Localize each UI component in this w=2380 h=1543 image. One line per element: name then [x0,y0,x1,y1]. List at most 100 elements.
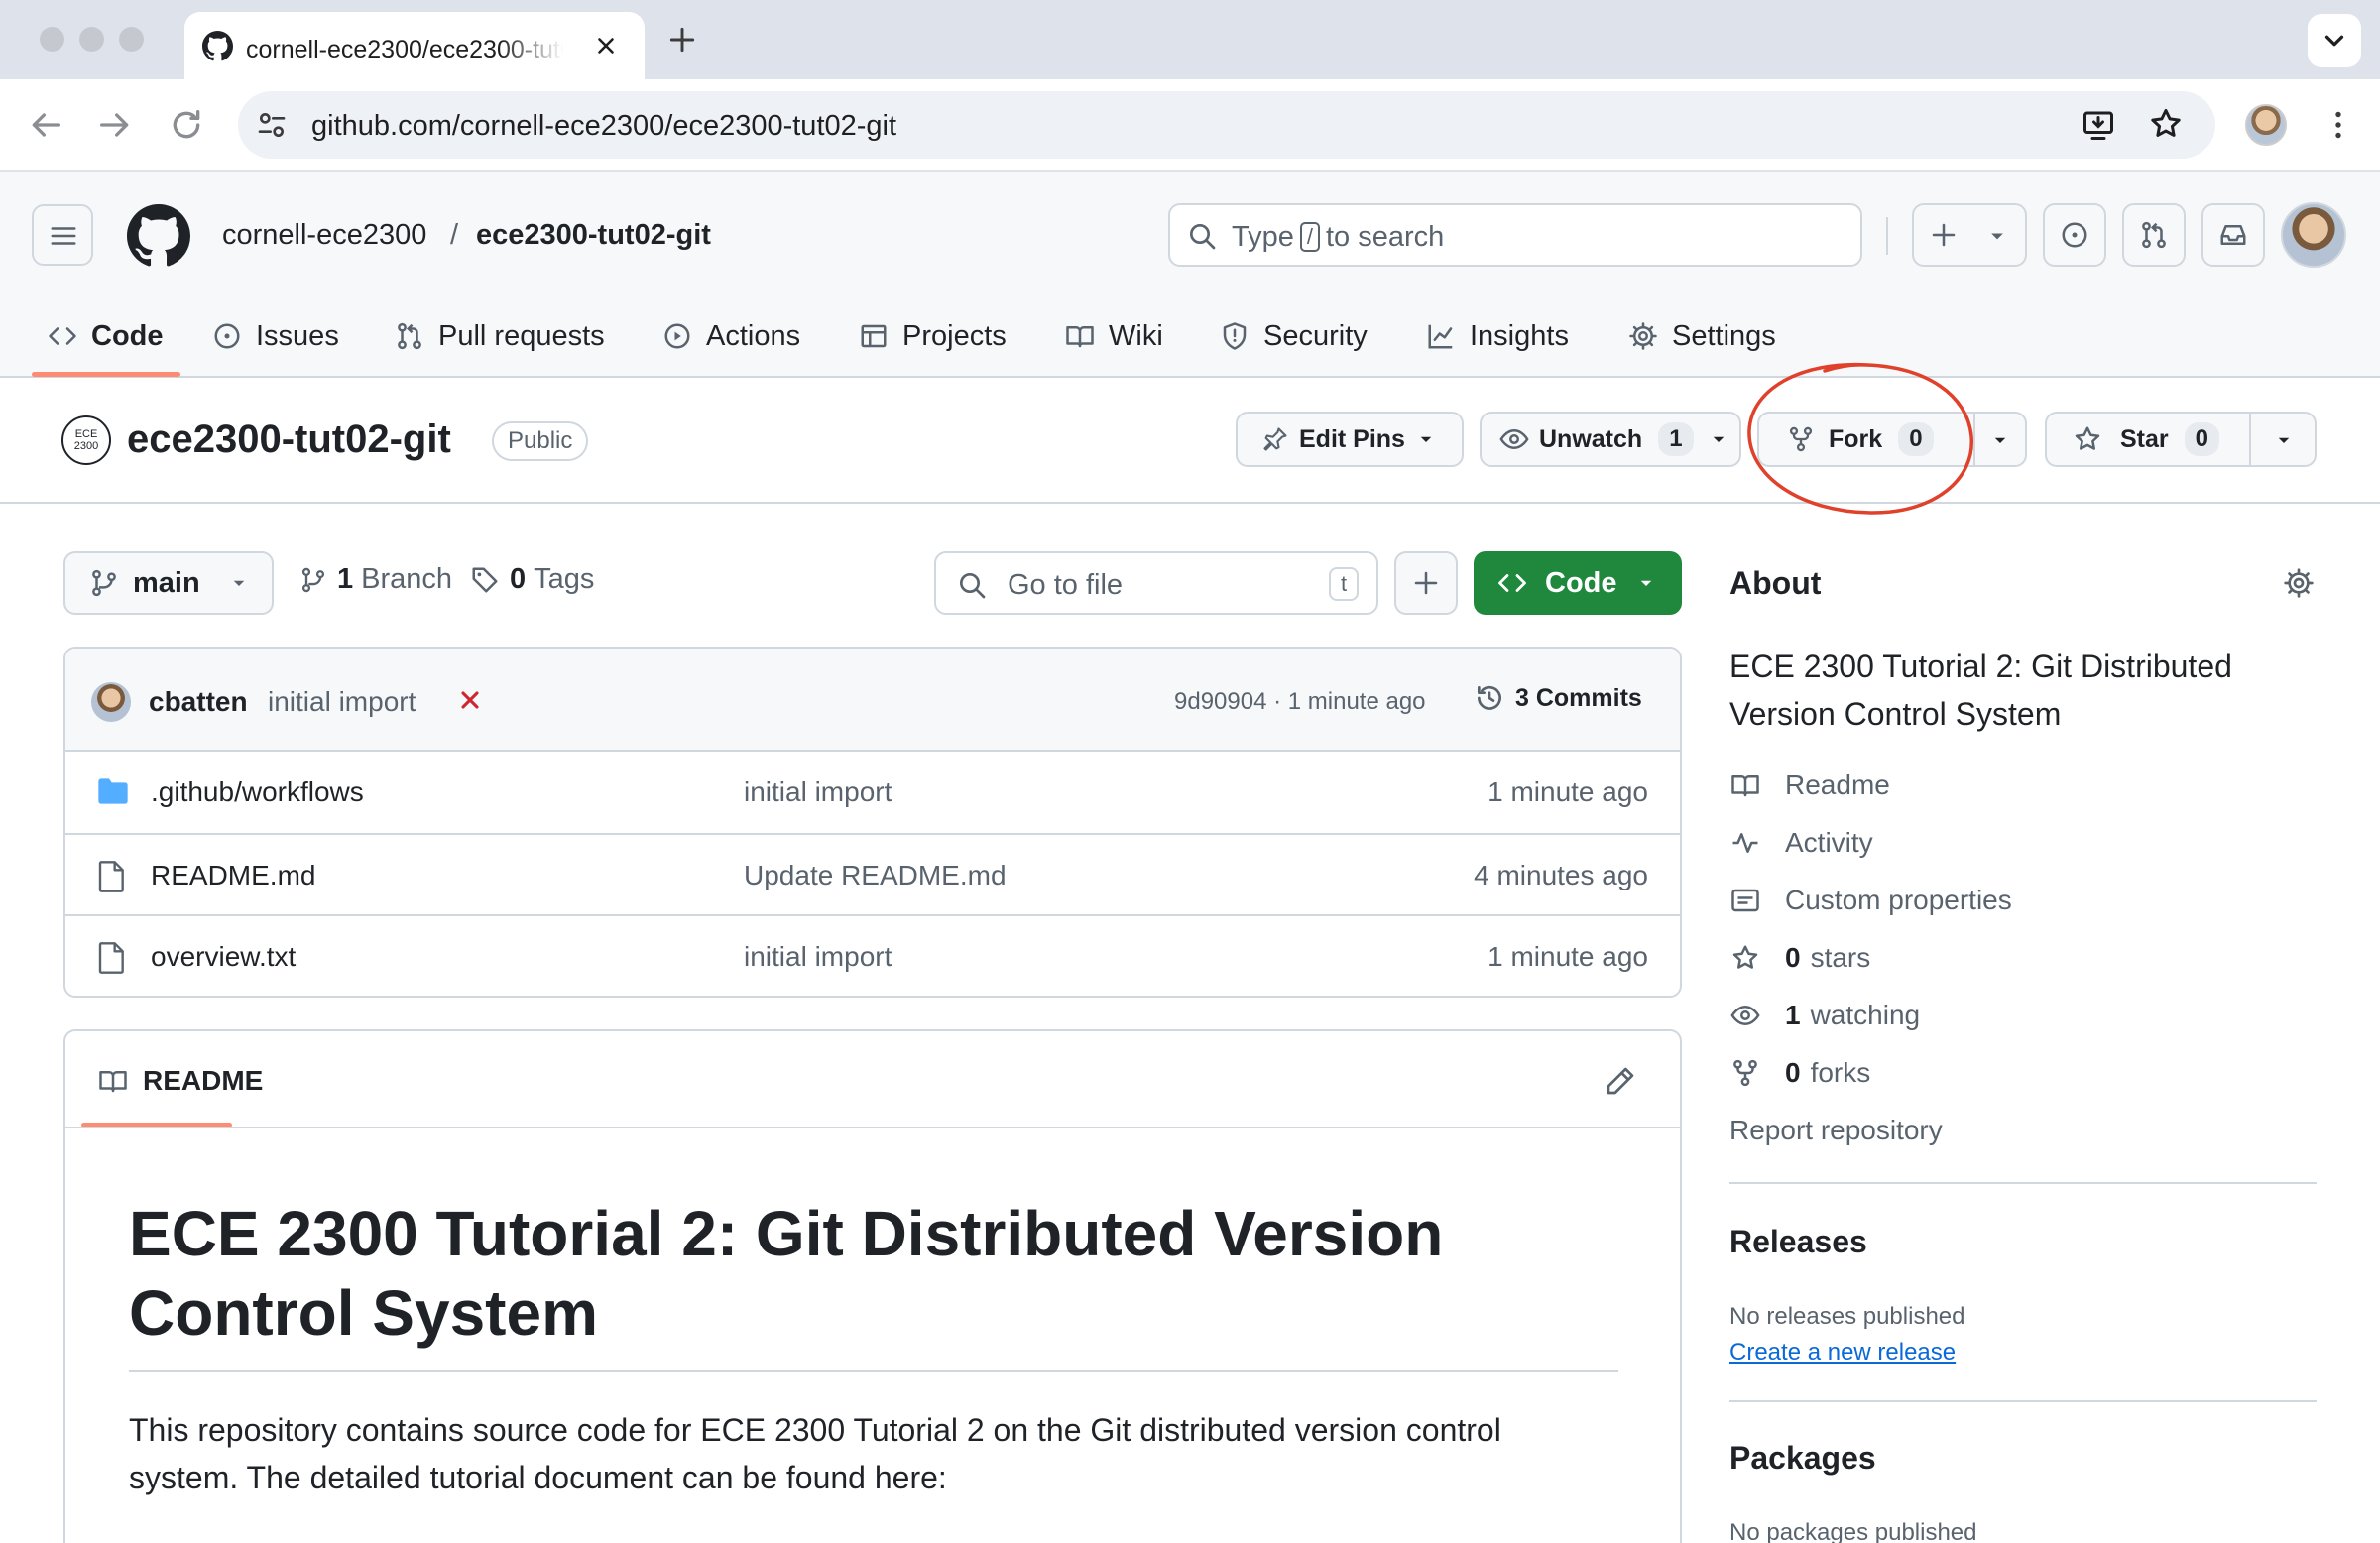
tab-code[interactable]: Code [48,316,164,356]
git-branch-icon [92,569,116,597]
stars-link[interactable]: 0 stars [1729,938,1870,978]
watch-button[interactable]: Unwatch 1 [1480,412,1741,467]
file-commit-message[interactable]: initial import [744,776,892,808]
star-dropdown-button[interactable] [2249,412,2317,467]
caret-down-icon [1994,437,2006,443]
table-row[interactable]: README.md Update README.md 4 minutes ago [65,835,1680,916]
tab-issues[interactable]: Issues [212,316,339,356]
pencil-icon[interactable] [1605,1065,1636,1097]
branches-link[interactable]: 1 Branch [299,563,452,596]
file-name[interactable]: README.md [151,860,315,891]
readme-divider [65,1127,1680,1128]
tags-link[interactable]: 0 Tags [470,563,594,596]
tab-settings[interactable]: Settings [1628,316,1776,356]
tab-pull-requests[interactable]: Pull requests [395,316,605,356]
more-vert-icon[interactable] [2320,107,2356,143]
readme-tab[interactable]: README [97,1065,263,1097]
about-title: About [1729,565,1822,601]
tab-actions[interactable]: Actions [662,316,800,356]
repo-owner-logo[interactable]: ECE 2300 [61,415,111,465]
edit-pins-button[interactable]: Edit Pins [1236,412,1464,467]
window-zoom-dot[interactable] [119,27,144,52]
file-commit-message[interactable]: initial import [744,941,892,973]
file-name[interactable]: .github/workflows [151,776,364,808]
tab-security[interactable]: Security [1220,316,1368,356]
search-icon [960,573,986,599]
create-new-button[interactable] [1912,203,2027,267]
star-button[interactable]: Star 0 [2045,412,2251,467]
repo-logo-text: ECE 2300 [73,428,99,452]
forward-arrow-icon[interactable] [95,105,135,145]
releases-title[interactable]: Releases [1729,1224,1867,1260]
global-search-input[interactable]: Type / to search [1168,203,1862,267]
activity-link[interactable]: Activity [1729,823,1873,863]
gear-icon [1629,322,1657,350]
tab-search-button[interactable] [2308,14,2361,67]
commit-message[interactable]: initial import [268,686,416,718]
repo-title[interactable]: ece2300-tut02-git [127,417,451,462]
breadcrumb-repo[interactable]: ece2300-tut02-git [476,219,711,252]
github-favicon-icon [202,31,233,61]
file-icon [98,861,124,892]
tab-projects[interactable]: Projects [859,316,1007,356]
tab-wiki[interactable]: Wiki [1065,316,1163,356]
custom-properties-link[interactable]: Custom properties [1729,881,2012,920]
hamburger-menu-button[interactable] [32,204,93,266]
readme-link[interactable]: Readme [1729,766,1890,805]
new-tab-icon[interactable] [666,24,698,56]
file-commit-message[interactable]: Update README.md [744,860,1007,891]
caret-down-icon [1991,233,2003,240]
file-age: 4 minutes ago [1474,860,1648,890]
failed-check-icon[interactable] [456,686,484,714]
table-row[interactable]: overview.txt initial import 1 minute ago [65,916,1680,996]
forks-link[interactable]: 0 forks [1729,1053,1870,1093]
browser-tab[interactable]: cornell-ece2300/ece2300-tut02-git [184,12,645,79]
tag-icon [472,567,498,592]
repo-description: ECE 2300 Tutorial 2: Git Distributed Ver… [1729,649,2232,732]
tab-insights[interactable]: Insights [1426,316,1569,356]
create-release-link[interactable]: Create a new release [1729,1339,1956,1366]
table-row[interactable]: .github/workflows initial import 1 minut… [65,752,1680,833]
star-label: Star [2120,424,2169,453]
back-arrow-icon[interactable] [26,105,65,145]
window-close-dot[interactable] [40,27,64,52]
star-icon [1732,945,1758,969]
packages-empty: No packages published [1729,1519,1977,1543]
packages-title[interactable]: Packages [1729,1440,1876,1477]
commit-sha-time[interactable]: 9d90904 · 1 minute ago [1174,688,1426,716]
watching-link[interactable]: 1 watching [1729,996,1920,1035]
address-bar[interactable]: github.com/cornell-ece2300/ece2300-tut02… [238,91,2215,159]
commits-history-link[interactable]: 3 Commits [1474,682,1642,714]
file-name[interactable]: overview.txt [151,941,296,973]
file-age: 1 minute ago [1488,776,1648,807]
branch-selector[interactable]: main [63,551,274,615]
git-branch-icon [301,567,325,592]
gear-icon[interactable] [2283,567,2315,599]
breadcrumb-owner[interactable]: cornell-ece2300 [222,219,426,252]
file-icon [98,942,124,974]
bookmark-star-icon[interactable] [2148,106,2184,142]
play-icon [664,323,690,349]
inbox-button[interactable] [2202,203,2265,267]
go-to-file-input[interactable]: Go to file t [934,551,1378,615]
install-app-icon[interactable] [2081,107,2116,143]
site-settings-icon[interactable] [256,109,288,141]
window-minimize-dot[interactable] [79,27,104,52]
commit-author-avatar[interactable] [91,682,131,722]
pulse-icon [1732,833,1758,853]
issues-button[interactable] [2043,203,2106,267]
tab-close-icon[interactable] [593,33,619,59]
user-avatar[interactable] [2281,202,2346,268]
branch-name: main [133,566,200,599]
browser-profile-avatar[interactable] [2245,104,2287,146]
commit-author[interactable]: cbatten [149,686,248,718]
code-dropdown-button[interactable]: Code [1474,551,1682,615]
reload-icon[interactable] [167,105,206,145]
github-logo-icon[interactable] [127,204,190,268]
add-file-button[interactable] [1394,551,1458,615]
pull-requests-button[interactable] [2122,203,2186,267]
report-repository-link[interactable]: Report repository [1729,1111,1943,1150]
chevron-down-icon [2324,35,2344,47]
graph-icon [1428,324,1453,349]
fork-dropdown-button[interactable] [1973,412,2027,467]
